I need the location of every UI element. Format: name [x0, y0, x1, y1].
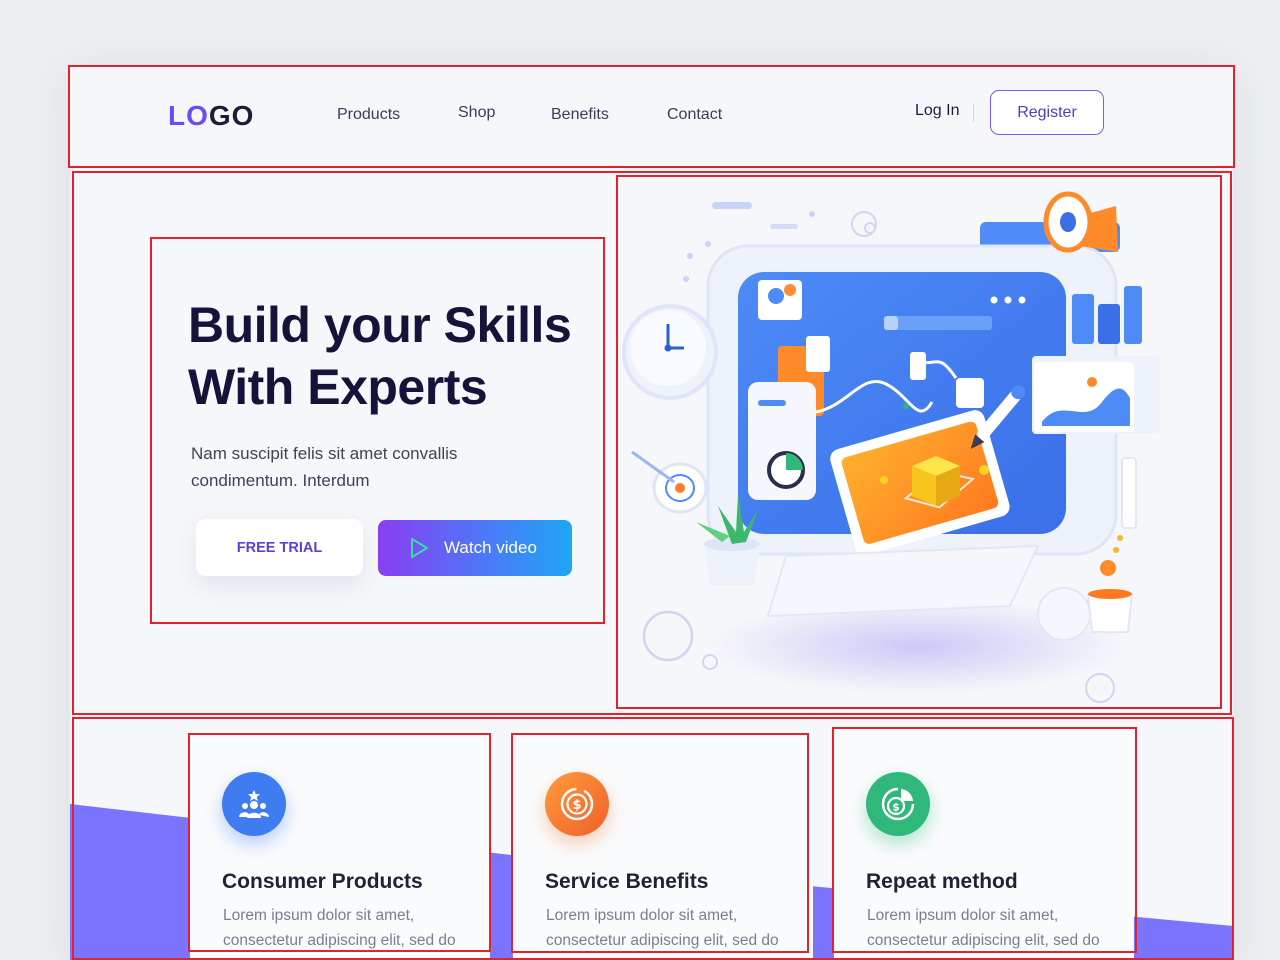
- feature-title: Consumer Products: [222, 870, 423, 893]
- feature-title: Service Benefits: [545, 870, 709, 893]
- feature-text: Lorem ipsum dolor sit amet, consectetur …: [867, 907, 1100, 960]
- logo-part-1: LO: [168, 100, 209, 131]
- feature-card-consumer-products[interactable]: Consumer Products Lorem ipsum dolor sit …: [190, 730, 490, 960]
- features-section: Consumer Products Lorem ipsum dolor sit …: [70, 718, 1233, 960]
- login-link[interactable]: Log In: [915, 102, 959, 120]
- watch-video-label: Watch video: [444, 538, 537, 557]
- register-button[interactable]: Register: [990, 90, 1104, 135]
- hero-subtitle: Nam suscipit felis sit amet convallis co…: [191, 440, 511, 494]
- feature-card-service-benefits[interactable]: $ Service Benefits Lorem ipsum dolor sit…: [513, 730, 813, 960]
- svg-text:$: $: [572, 798, 581, 813]
- hero-subtitle-line-1: Nam suscipit felis sit amet convallis: [191, 444, 458, 463]
- nav-link-benefits[interactable]: Benefits: [551, 106, 609, 124]
- nav-link-products[interactable]: Products: [337, 106, 400, 124]
- feature-text: Lorem ipsum dolor sit amet, consectetur …: [223, 907, 456, 960]
- hero-title-line-2: With Experts: [188, 359, 488, 415]
- hero-illustration: [622, 191, 1160, 703]
- logo[interactable]: LOGO: [168, 100, 254, 132]
- users-star-icon: [222, 772, 286, 836]
- feature-title: Repeat method: [866, 870, 1018, 893]
- nav-divider: [973, 104, 974, 122]
- nav-link-shop[interactable]: Shop: [458, 104, 495, 122]
- play-icon: [411, 538, 428, 558]
- landing-page: LOGO Products Shop Benefits Contact Log …: [70, 66, 1233, 960]
- nav-link-contact[interactable]: Contact: [667, 106, 722, 124]
- feature-card-repeat-method[interactable]: $ Repeat method Lorem ipsum dolor sit am…: [834, 730, 1134, 960]
- feature-text: Lorem ipsum dolor sit amet, consectetur …: [546, 907, 779, 960]
- logo-part-2: GO: [208, 100, 255, 131]
- dollar-chart-icon: $: [866, 772, 930, 836]
- hero-subtitle-line-2: condimentum. Interdum: [191, 471, 370, 490]
- navbar: LOGO Products Shop Benefits Contact Log …: [70, 66, 1233, 166]
- hero-title-line-1: Build your Skills: [188, 297, 572, 353]
- dollar-coin-icon: $: [545, 772, 609, 836]
- hero-title: Build your Skills With Experts: [188, 294, 608, 418]
- svg-text:$: $: [892, 801, 900, 814]
- free-trial-button[interactable]: FREE TRIAL: [196, 519, 363, 576]
- watch-video-button[interactable]: Watch video: [378, 520, 572, 576]
